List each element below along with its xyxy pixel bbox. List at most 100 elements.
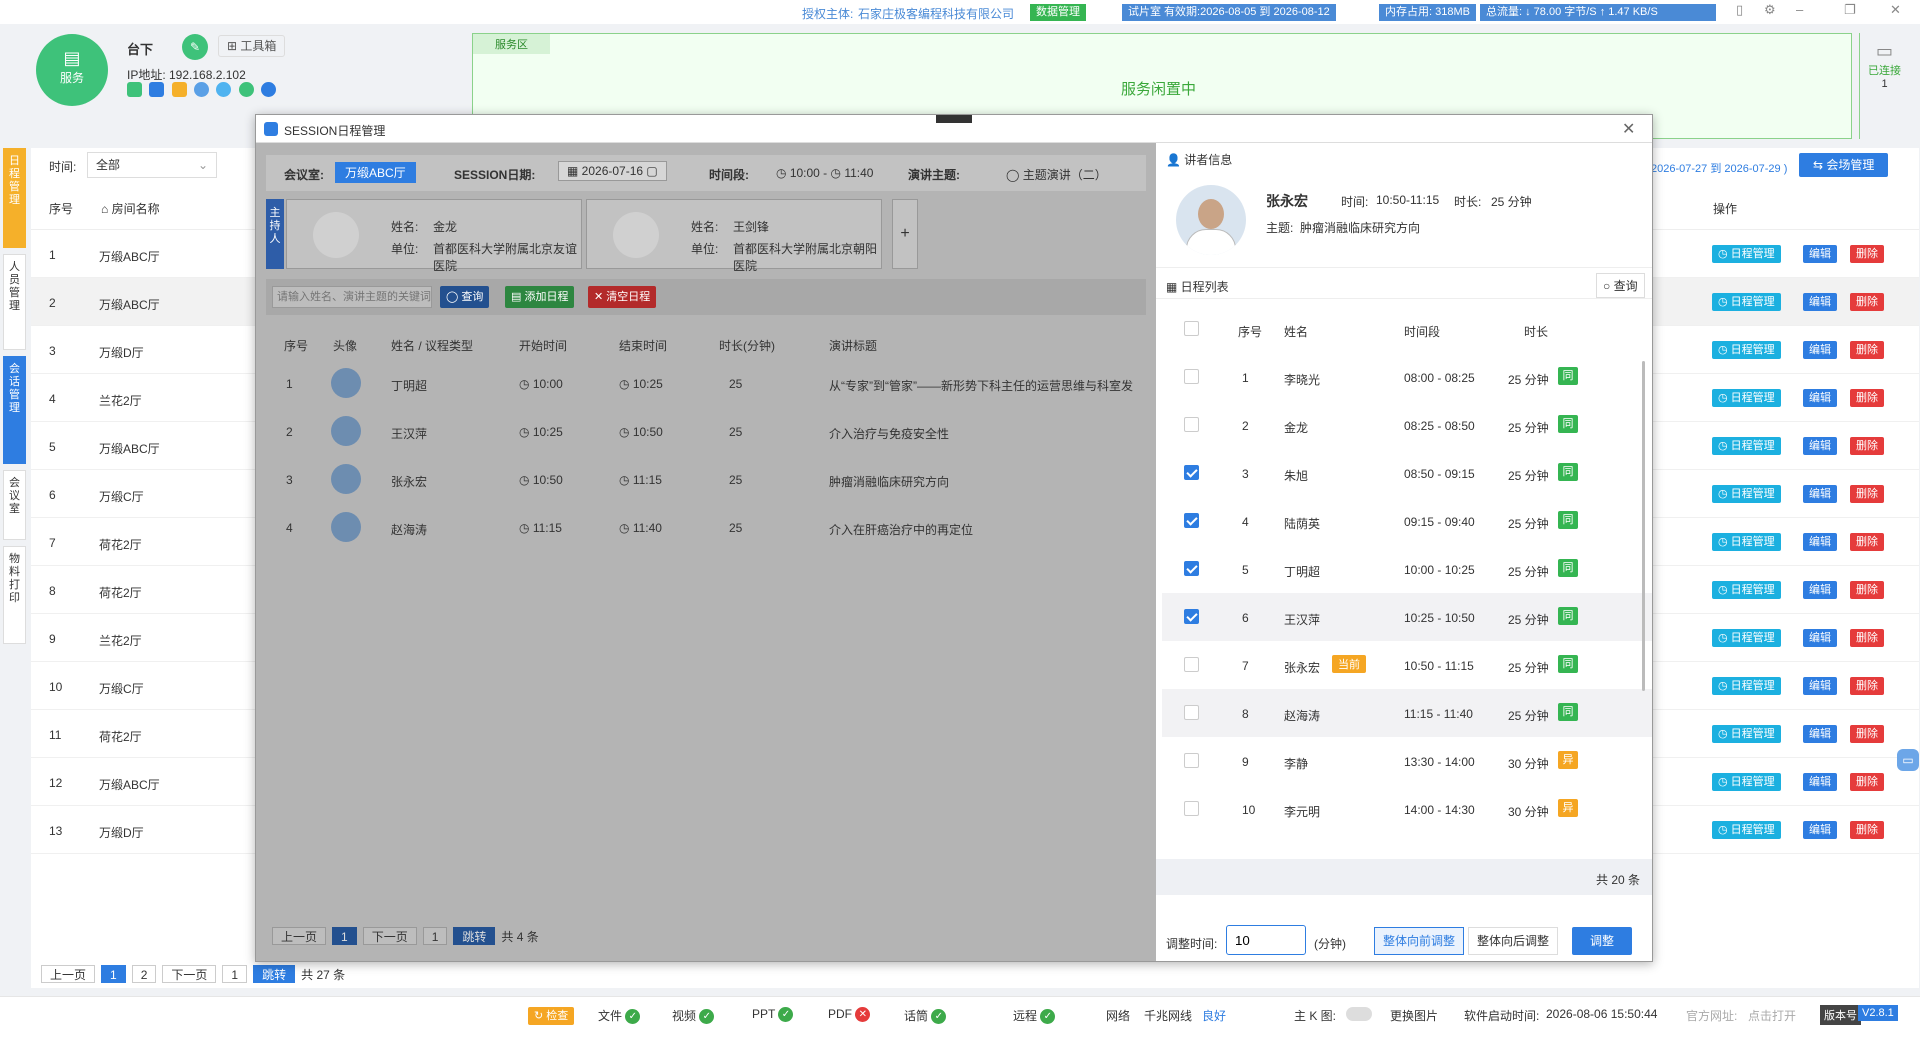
nav-people[interactable]: 人员管理 [3, 254, 26, 350]
edit-icon[interactable]: ✎ [182, 34, 208, 60]
schedule-management-button[interactable]: ◷ 日程管理 [1712, 581, 1781, 599]
folder-icon[interactable] [171, 82, 187, 98]
room-value[interactable]: 万缎ABC厅 [335, 162, 416, 183]
delete-button[interactable]: 删除 [1850, 437, 1884, 455]
schedule-row[interactable]: 1 李晓光 08:00 - 08:25 25 分钟 同 [1162, 353, 1652, 401]
row-checkbox[interactable] [1184, 417, 1199, 432]
delete-button[interactable]: 删除 [1850, 821, 1884, 839]
minimize-icon[interactable]: – [1796, 2, 1803, 17]
schedule-row[interactable]: 10 李元明 14:00 - 14:30 30 分钟 异 [1162, 785, 1652, 833]
schedule-row[interactable]: 5 丁明超 10:00 - 10:25 25 分钟 同 [1162, 545, 1652, 593]
delete-button[interactable]: 删除 [1850, 245, 1884, 263]
next-page-button[interactable]: 下一页 [162, 965, 217, 983]
network-icon[interactable] [194, 82, 210, 98]
edit-button[interactable]: 编辑 [1803, 629, 1837, 647]
edit-button[interactable]: 编辑 [1803, 581, 1837, 599]
delete-button[interactable]: 删除 [1850, 677, 1884, 695]
prev-page-button[interactable]: 上一页 [41, 965, 96, 983]
page-input[interactable]: 1 [422, 927, 448, 945]
keyword-input[interactable] [272, 286, 432, 308]
edit-button[interactable]: 编辑 [1803, 293, 1837, 311]
delete-button[interactable]: 删除 [1850, 389, 1884, 407]
check-button[interactable]: ↻ 检查 [528, 1007, 575, 1025]
query-button[interactable]: ◯ 查询 [440, 286, 490, 308]
topic-value[interactable]: ◯ 主题演讲（二） [1006, 166, 1107, 183]
edit-button[interactable]: 编辑 [1803, 773, 1837, 791]
page-input[interactable]: 1 [222, 965, 248, 983]
schedule-row[interactable]: 4 陆荫英 09:15 - 09:40 25 分钟 同 [1162, 497, 1652, 545]
edit-button[interactable]: 编辑 [1803, 437, 1837, 455]
jump-button[interactable]: 跳转 [253, 965, 296, 983]
delete-button[interactable]: 删除 [1850, 773, 1884, 791]
schedule-row[interactable]: 3 朱旭 08:50 - 09:15 25 分钟 同 [1162, 449, 1652, 497]
wechat-icon[interactable] [238, 82, 254, 98]
host-card[interactable]: 姓名: 王剑锋 单位: 首都医科大学附属北京朝阳医院 [586, 199, 882, 273]
schedule-management-button[interactable]: ◷ 日程管理 [1712, 341, 1781, 359]
session-row[interactable]: 1 丁明超 ◷ 10:00 ◷ 10:25 25 从“专家”到“管家”——新形势… [266, 359, 1146, 407]
chat-icon[interactable]: ▭ [1897, 749, 1919, 771]
edit-button[interactable]: 编辑 [1803, 725, 1837, 743]
row-checkbox[interactable] [1184, 561, 1199, 577]
nav-room[interactable]: 会议室 [3, 470, 26, 540]
globe-icon[interactable] [216, 82, 232, 98]
session-row[interactable]: 2 王汉萍 ◷ 10:25 ◷ 10:50 25 介入治疗与免疫安全性 [266, 407, 1146, 455]
edit-button[interactable]: 编辑 [1803, 341, 1837, 359]
restore-icon[interactable]: ❐ [1844, 2, 1856, 18]
date-picker[interactable]: ▦ 2026-07-16 ▢ [558, 161, 667, 181]
settings-icon[interactable]: ⚙ [1764, 2, 1776, 18]
page-1-button[interactable]: 1 [332, 927, 357, 945]
schedule-management-button[interactable]: ◷ 日程管理 [1712, 773, 1781, 791]
edit-button[interactable]: 编辑 [1803, 485, 1837, 503]
schedule-management-button[interactable]: ◷ 日程管理 [1712, 629, 1781, 647]
replace-image-button[interactable]: 更换图片 [1390, 1007, 1438, 1024]
period-value[interactable]: ◷ 10:00 - ◷ 11:40 [776, 166, 873, 180]
page-2-button[interactable]: 2 [131, 965, 157, 983]
close-dialog-icon[interactable]: ✕ [1622, 119, 1635, 139]
row-checkbox[interactable] [1184, 513, 1199, 529]
schedule-query-button[interactable]: ○ 查询 [1596, 273, 1645, 298]
row-checkbox[interactable] [1184, 609, 1199, 625]
delete-button[interactable]: 删除 [1850, 629, 1884, 647]
row-checkbox[interactable] [1184, 801, 1199, 816]
delete-button[interactable]: 删除 [1850, 725, 1884, 743]
toolbox-button[interactable]: ⊞ 工具箱 [218, 35, 286, 57]
edit-button[interactable]: 编辑 [1803, 389, 1837, 407]
prev-page-button[interactable]: 上一页 [272, 927, 327, 945]
site-link[interactable]: 点击打开 [1748, 1007, 1796, 1024]
select-all-checkbox[interactable] [1184, 321, 1199, 336]
delete-button[interactable]: 删除 [1850, 341, 1884, 359]
add-schedule-button[interactable]: ▤ 添加日程 [505, 286, 575, 308]
scrollbar[interactable] [1642, 361, 1645, 691]
time-filter-select[interactable]: 全部 ⌄ [87, 152, 217, 178]
delete-button[interactable]: 删除 [1850, 293, 1884, 311]
schedule-row[interactable]: 6 王汉萍 10:25 - 10:50 25 分钟 同 [1162, 593, 1652, 641]
nav-schedule[interactable]: 日程管理 [3, 148, 26, 248]
close-window-icon[interactable]: ✕ [1890, 2, 1901, 18]
drag-handle-icon[interactable] [936, 115, 972, 123]
data-management-button[interactable]: 数据管理 [1030, 4, 1086, 21]
shift-forward-button[interactable]: 整体向前调整 [1374, 927, 1465, 955]
venue-management-button[interactable]: ⇆ 会场管理 [1799, 153, 1889, 177]
schedule-management-button[interactable]: ◷ 日程管理 [1712, 677, 1781, 695]
nav-session[interactable]: 会话管理 [3, 356, 26, 464]
schedule-row[interactable]: 7 张永宏 当前 10:50 - 11:15 25 分钟 同 [1162, 641, 1652, 689]
apply-adjust-button[interactable]: 调整 [1572, 927, 1633, 955]
delete-button[interactable]: 删除 [1850, 581, 1884, 599]
schedule-management-button[interactable]: ◷ 日程管理 [1712, 437, 1781, 455]
schedule-row[interactable]: 9 李静 13:30 - 14:00 30 分钟 异 [1162, 737, 1652, 785]
k-toggle[interactable] [1346, 1007, 1372, 1021]
row-checkbox[interactable] [1184, 657, 1199, 672]
edit-button[interactable]: 编辑 [1803, 821, 1837, 839]
schedule-management-button[interactable]: ◷ 日程管理 [1712, 821, 1781, 839]
edit-button[interactable]: 编辑 [1803, 245, 1837, 263]
schedule-management-button[interactable]: ◷ 日程管理 [1712, 389, 1781, 407]
next-page-button[interactable]: 下一页 [362, 927, 417, 945]
volume-icon[interactable] [127, 82, 142, 98]
clear-schedule-button[interactable]: ✕ 清空日程 [588, 286, 657, 308]
edit-button[interactable]: 编辑 [1803, 677, 1837, 695]
lock-icon[interactable]: ▯ [1736, 2, 1743, 18]
row-checkbox[interactable] [1184, 753, 1199, 768]
adjust-minutes-input[interactable] [1226, 925, 1306, 955]
edit-button[interactable]: 编辑 [1803, 533, 1837, 551]
page-1-button[interactable]: 1 [101, 965, 126, 983]
